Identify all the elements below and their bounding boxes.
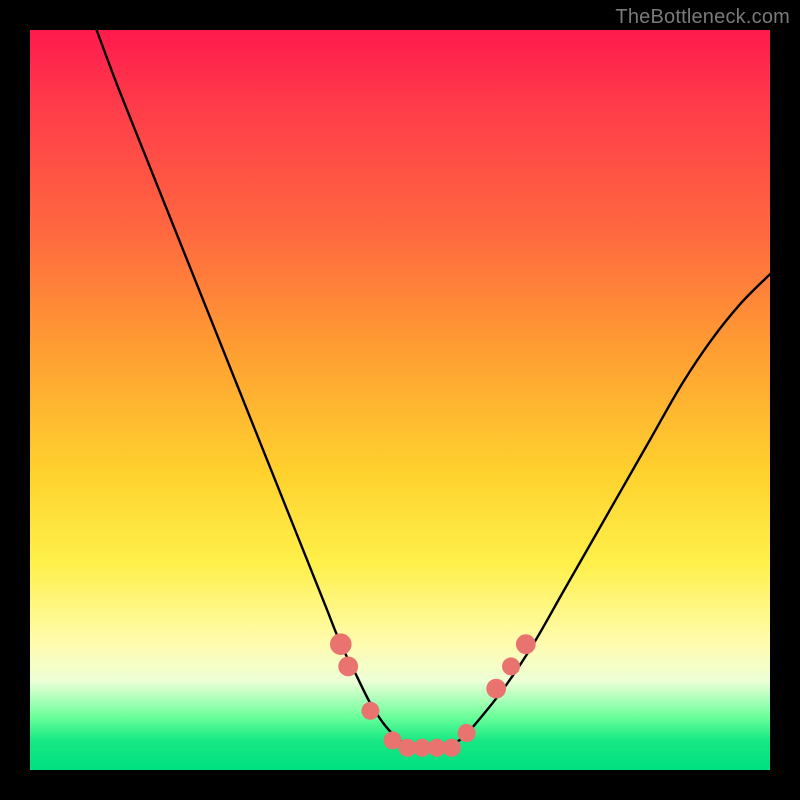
curve-marker [361,702,379,720]
curve-marker [443,739,461,757]
curve-marker [502,657,520,675]
chart-svg [30,30,770,770]
curve-marker [458,724,476,742]
outer-frame: TheBottleneck.com [0,0,800,800]
watermark-text: TheBottleneck.com [615,6,790,29]
bottleneck-curve [97,30,770,748]
curve-marker [330,633,352,655]
curve-marker [486,679,506,699]
curve-markers [330,633,536,756]
curve-marker [516,634,536,654]
curve-marker [338,657,358,677]
chart-plot-area [30,30,770,770]
